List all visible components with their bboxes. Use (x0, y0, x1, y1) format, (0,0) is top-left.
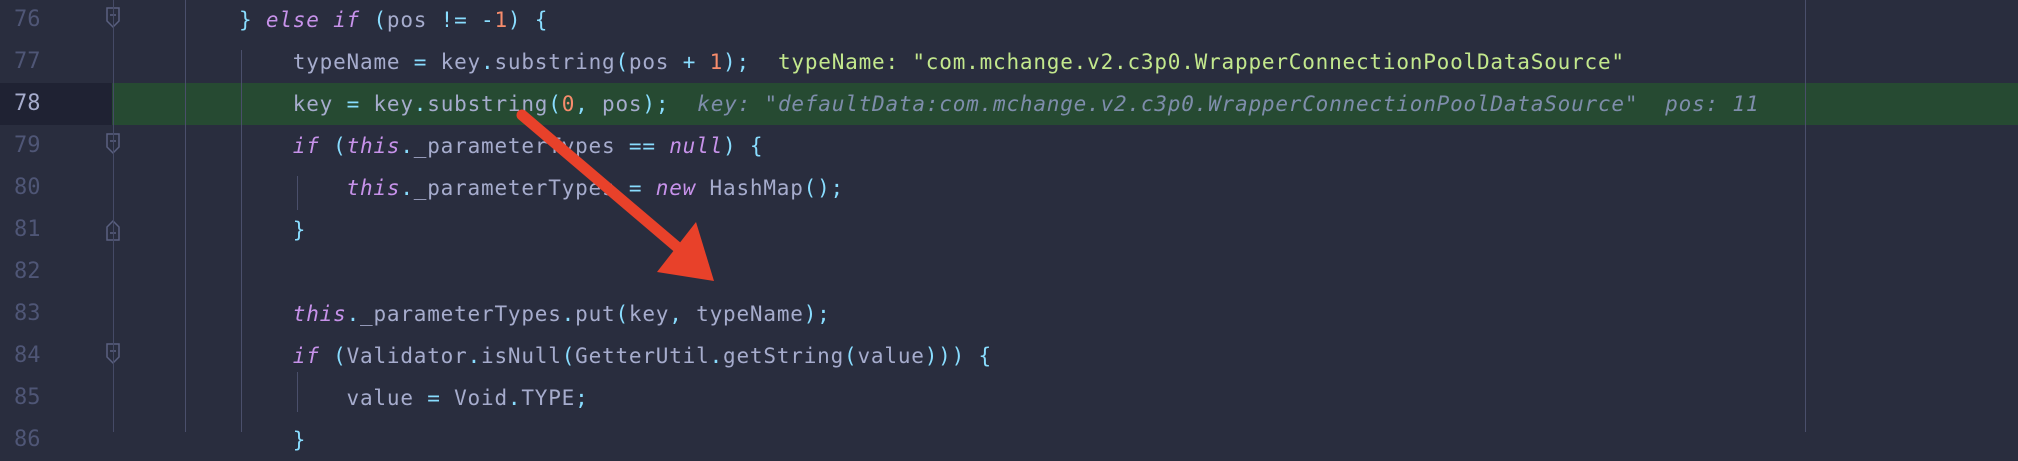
arrow-shaft (516, 109, 696, 264)
annotation-arrow (516, 109, 714, 281)
